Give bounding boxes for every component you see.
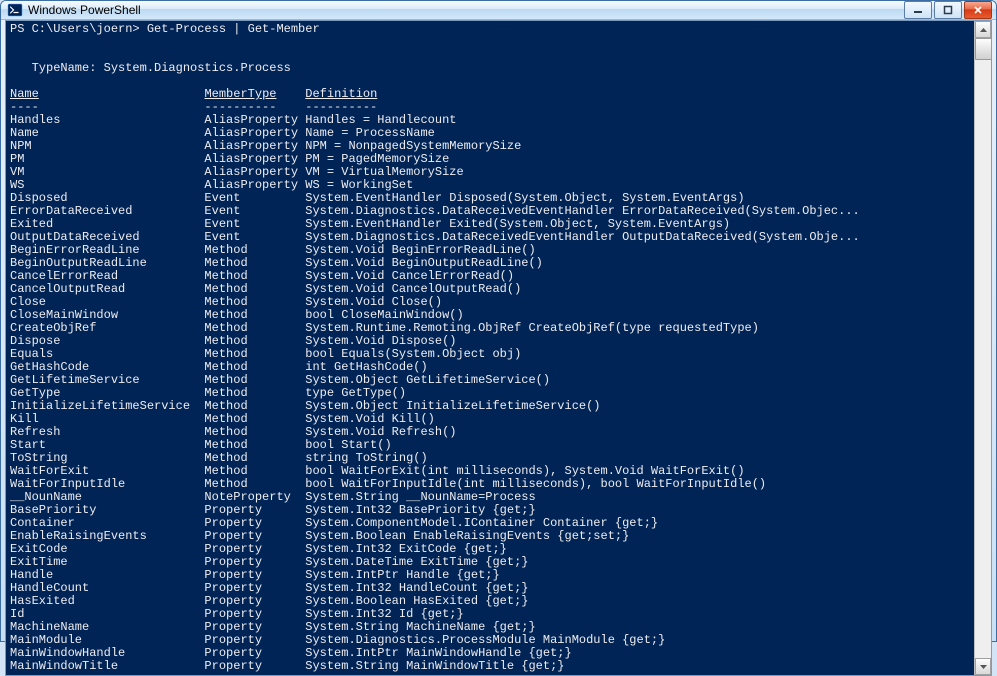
console-output[interactable]: PS C:\Users\joern> Get-Process | Get-Mem… <box>6 21 974 675</box>
scroll-down-button[interactable] <box>975 658 991 675</box>
scrollbar-thumb[interactable] <box>975 38 992 60</box>
client-area: PS C:\Users\joern> Get-Process | Get-Mem… <box>5 20 992 676</box>
minimize-button[interactable] <box>904 1 932 19</box>
titlebar[interactable]: Windows PowerShell <box>1 1 996 20</box>
scroll-up-button[interactable] <box>975 21 991 38</box>
scrollbar-track[interactable] <box>975 38 991 658</box>
maximize-button[interactable] <box>934 1 962 19</box>
close-button[interactable] <box>964 1 992 19</box>
vertical-scrollbar[interactable] <box>974 21 991 675</box>
window-title: Windows PowerShell <box>28 3 904 17</box>
window-buttons <box>904 1 992 19</box>
powershell-icon <box>7 2 23 18</box>
powershell-window: Windows PowerShell PS C:\Users\joern> Ge… <box>0 0 997 642</box>
